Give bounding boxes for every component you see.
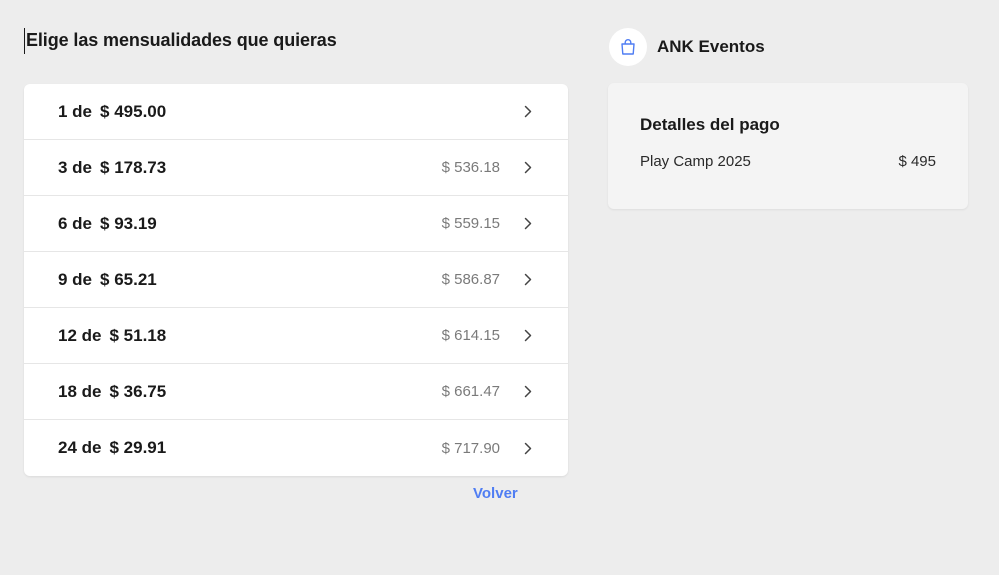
payment-item-price: $ 495: [898, 153, 936, 170]
plan-main: 12 de $ 51.18: [58, 326, 442, 346]
plan-total: $ 614.15: [441, 327, 500, 344]
installment-option-1[interactable]: 1 de $ 495.00: [24, 84, 568, 140]
plan-count: 9 de: [58, 269, 93, 289]
plan-count: 18 de: [58, 381, 102, 401]
chevron-right-icon: [522, 105, 534, 119]
installment-option-24[interactable]: 24 de $ 29.91 $ 717.90: [24, 420, 568, 476]
back-link[interactable]: Volver: [473, 485, 518, 502]
plan-count: 6 de: [58, 213, 93, 233]
plan-main: 24 de $ 29.91: [58, 438, 442, 458]
payment-item-name: Play Camp 2025: [640, 153, 751, 170]
chevron-right-icon: [522, 329, 534, 343]
plan-total: $ 559.15: [441, 215, 500, 232]
plan-total: $ 536.18: [441, 159, 500, 176]
installment-option-9[interactable]: 9 de $ 65.21 $ 586.87: [24, 252, 568, 308]
plan-main: 9 de $ 65.21: [58, 270, 442, 290]
plan-count: 1 de: [58, 101, 93, 121]
plan-count: 24 de: [58, 438, 102, 457]
plan-amount: $ 65.21: [100, 269, 157, 289]
plan-amount: $ 178.73: [100, 157, 167, 177]
installments-page: Elige las mensualidades que quieras 1 de…: [0, 0, 999, 575]
chevron-right-icon: [522, 161, 534, 175]
plan-main: 6 de $ 93.19: [58, 214, 442, 234]
plan-amount: $ 36.75: [109, 381, 167, 401]
plan-amount: $ 51.18: [109, 325, 167, 345]
installment-plan-list: 1 de $ 495.00 3 de $ 178.73 $ 536.18 6 d…: [24, 84, 568, 476]
plan-total: $ 586.87: [441, 271, 500, 288]
installment-option-18[interactable]: 18 de $ 36.75 $ 661.47: [24, 364, 568, 420]
plan-total: $ 717.90: [441, 439, 500, 457]
payment-item-row: Play Camp 2025 $ 495: [640, 153, 936, 170]
plan-main: 18 de $ 36.75: [58, 382, 442, 402]
chevron-right-icon: [522, 273, 534, 287]
plan-count: 3 de: [58, 157, 93, 177]
plan-amount: $ 495.00: [100, 101, 167, 121]
chevron-right-icon: [522, 385, 534, 399]
installments-column: Elige las mensualidades que quieras 1 de…: [24, 28, 568, 476]
plan-main: 3 de $ 178.73: [58, 158, 442, 178]
merchant-name: ANK Eventos: [657, 37, 765, 56]
installment-option-6[interactable]: 6 de $ 93.19 $ 559.15: [24, 196, 568, 252]
merchant-header: ANK Eventos: [609, 28, 765, 66]
payment-details-title: Detalles del pago: [640, 115, 780, 134]
shopping-bag-icon: [609, 28, 647, 66]
page-title: Elige las mensualidades que quieras: [24, 28, 337, 54]
chevron-right-icon: [522, 441, 534, 455]
chevron-right-icon: [522, 217, 534, 231]
plan-amount: $ 93.19: [100, 213, 157, 233]
installment-option-12[interactable]: 12 de $ 51.18 $ 614.15: [24, 308, 568, 364]
plan-amount: $ 29.91: [109, 438, 167, 457]
plan-count: 12 de: [58, 325, 102, 345]
installment-option-3[interactable]: 3 de $ 178.73 $ 536.18: [24, 140, 568, 196]
plan-total: $ 661.47: [441, 383, 500, 400]
plan-main: 1 de $ 495.00: [58, 102, 500, 122]
payment-details-card: Detalles del pago Play Camp 2025 $ 495: [608, 83, 968, 209]
